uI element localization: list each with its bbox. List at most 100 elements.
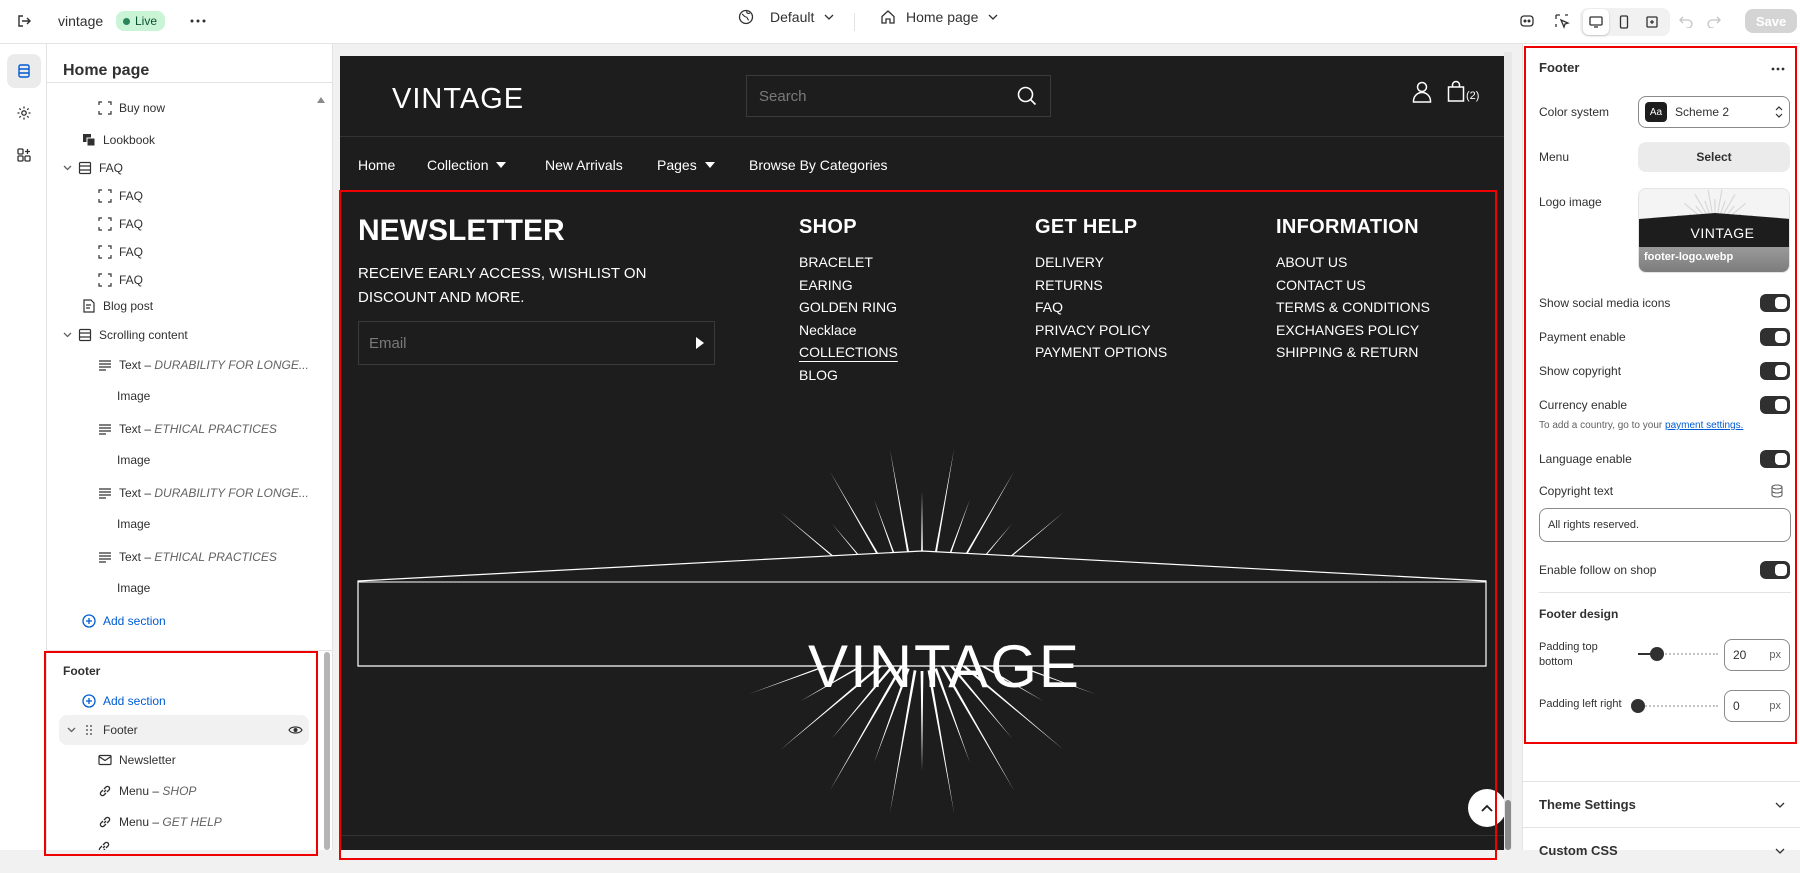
- sections-icon[interactable]: [7, 54, 41, 88]
- select-element-icon[interactable]: [1549, 8, 1575, 34]
- menu-select-button[interactable]: Select: [1638, 142, 1790, 172]
- sidebar-item[interactable]: Image: [47, 510, 327, 538]
- sidebar-item[interactable]: Newsletter: [47, 746, 327, 774]
- social-media-toggle[interactable]: [1760, 294, 1790, 312]
- follow-toggle[interactable]: [1760, 561, 1790, 579]
- footer-link[interactable]: EXCHANGES POLICY: [1276, 319, 1430, 342]
- padding-lr-slider-thumb[interactable]: [1631, 699, 1645, 713]
- sidebar-item[interactable]: Image: [47, 382, 327, 410]
- sidebar-item[interactable]: Blog post: [47, 292, 327, 320]
- color-system-select[interactable]: Aa Scheme 2: [1638, 96, 1790, 128]
- divider: [340, 835, 1504, 836]
- sidebar-scrollbar[interactable]: [324, 652, 330, 850]
- sidebar-item[interactable]: Text – DURABILITY FOR LONGE...: [47, 479, 327, 507]
- footer-link[interactable]: SHIPPING & RETURN: [1276, 341, 1430, 364]
- dynamic-source-icon[interactable]: [1771, 484, 1783, 498]
- nav-pages[interactable]: Pages: [657, 157, 715, 173]
- padding-lr-input[interactable]: 0 px: [1724, 690, 1790, 722]
- more-options-icon[interactable]: [1771, 67, 1785, 71]
- copyright-toggle[interactable]: [1760, 362, 1790, 380]
- payment-settings-link[interactable]: payment settings.: [1665, 420, 1743, 431]
- padding-tb-input[interactable]: 20 px: [1724, 639, 1790, 671]
- copyright-text-input[interactable]: All rights reserved.: [1539, 508, 1791, 542]
- sidebar-item[interactable]: FAQ: [47, 238, 327, 266]
- padding-tb-slider-thumb[interactable]: [1650, 647, 1664, 661]
- chevron-down-icon[interactable]: [65, 724, 77, 736]
- fullscreen-icon[interactable]: [1639, 9, 1665, 35]
- currency-toggle[interactable]: [1760, 396, 1790, 414]
- sidebar-item[interactable]: Text – DURABILITY FOR LONGE...: [47, 351, 327, 379]
- email-field[interactable]: Email: [358, 321, 715, 365]
- account-icon[interactable]: [1412, 81, 1432, 103]
- chevron-down-icon[interactable]: [61, 329, 73, 341]
- sidebar-item[interactable]: FAQ: [47, 210, 327, 238]
- submit-arrow-icon[interactable]: [696, 337, 704, 349]
- footer-link[interactable]: Necklace: [799, 319, 898, 342]
- settings-gear-icon[interactable]: [7, 96, 41, 130]
- custom-css-accordion[interactable]: Custom CSS: [1523, 827, 1800, 873]
- theme-settings-accordion[interactable]: Theme Settings: [1523, 781, 1800, 827]
- padding-lr-slider-track[interactable]: [1638, 705, 1718, 707]
- search-icon[interactable]: [1016, 85, 1038, 107]
- nav-new-arrivals[interactable]: New Arrivals: [545, 157, 623, 173]
- sidebar-item[interactable]: Menu – SHOP: [47, 777, 327, 805]
- sidebar-item[interactable]: Image: [47, 446, 327, 474]
- sidebar-item[interactable]: Image: [47, 574, 327, 602]
- footer-link[interactable]: CONTACT US: [1276, 274, 1430, 297]
- footer-link[interactable]: FAQ: [1035, 296, 1167, 319]
- sidebar-item[interactable]: FAQ: [47, 182, 327, 210]
- sidebar-item[interactable]: Text – ETHICAL PRACTICES: [47, 415, 327, 443]
- footer-link[interactable]: PRIVACY POLICY: [1035, 319, 1167, 342]
- caret-down-icon: [496, 162, 507, 168]
- footer-link[interactable]: COLLECTIONS: [799, 341, 898, 364]
- sidebar-item[interactable]: Buy now: [47, 94, 327, 122]
- footer-link[interactable]: RETURNS: [1035, 274, 1167, 297]
- inspector-icon[interactable]: [1514, 8, 1540, 34]
- undo-icon[interactable]: [1673, 8, 1699, 34]
- more-actions-icon[interactable]: [185, 8, 211, 34]
- eye-icon[interactable]: [287, 722, 303, 738]
- toggle-label: Show social media icons: [1539, 296, 1671, 310]
- drag-handle-icon[interactable]: [81, 722, 97, 738]
- footer-link[interactable]: ABOUT US: [1276, 251, 1430, 274]
- preview-scrollbar[interactable]: [1505, 800, 1511, 850]
- nav-collection[interactable]: Collection: [427, 157, 507, 173]
- payment-toggle[interactable]: [1760, 328, 1790, 346]
- chevron-down-icon[interactable]: [61, 162, 73, 174]
- sidebar-item-footer[interactable]: Footer: [59, 715, 309, 745]
- desktop-icon[interactable]: [1583, 9, 1609, 35]
- exit-icon[interactable]: [11, 8, 37, 34]
- language-toggle[interactable]: [1760, 450, 1790, 468]
- footer-link[interactable]: BRACELET: [799, 251, 898, 274]
- sidebar-item[interactable]: Text – ETHICAL PRACTICES: [47, 543, 327, 571]
- back-to-top-button[interactable]: [1468, 789, 1504, 827]
- sidebar-item[interactable]: Menu – GET HELP: [47, 808, 327, 836]
- add-section-button[interactable]: Add section: [47, 687, 327, 715]
- copyright-text-label: Copyright text: [1539, 484, 1614, 498]
- add-section-button[interactable]: Add section: [47, 607, 327, 635]
- nav-browse-categories[interactable]: Browse By Categories: [749, 157, 888, 173]
- apps-icon[interactable]: [7, 138, 41, 172]
- nav-home[interactable]: Home: [358, 157, 395, 173]
- cart-button[interactable]: (2): [1447, 80, 1479, 102]
- logo-image-label: Logo image: [1539, 195, 1602, 209]
- sidebar-item[interactable]: Lookbook: [47, 126, 327, 154]
- footer-link[interactable]: GOLDEN RING: [799, 296, 898, 319]
- save-button[interactable]: Save: [1745, 9, 1797, 33]
- redo-icon[interactable]: [1701, 8, 1727, 34]
- footer-link[interactable]: DELIVERY: [1035, 251, 1167, 274]
- store-search-input[interactable]: Search: [746, 75, 1051, 117]
- theme-selector[interactable]: Default: [738, 9, 834, 25]
- store-logo[interactable]: VINTAGE: [360, 83, 524, 116]
- sidebar-item[interactable]: FAQ: [47, 154, 327, 182]
- logo-image-picker[interactable]: VINTAGE footer-logo.webp: [1638, 188, 1790, 273]
- footer-link[interactable]: BLOG: [799, 364, 898, 387]
- footer-link[interactable]: PAYMENT OPTIONS: [1035, 341, 1167, 364]
- mobile-icon[interactable]: [1611, 9, 1637, 35]
- footer-link[interactable]: EARING: [799, 274, 898, 297]
- footer-link[interactable]: TERMS & CONDITIONS: [1276, 296, 1430, 319]
- caret-down-icon: [704, 162, 715, 168]
- sidebar-item[interactable]: FAQ: [47, 266, 327, 294]
- sidebar-item[interactable]: Scrolling content: [47, 321, 327, 349]
- page-selector[interactable]: Home page: [880, 9, 998, 25]
